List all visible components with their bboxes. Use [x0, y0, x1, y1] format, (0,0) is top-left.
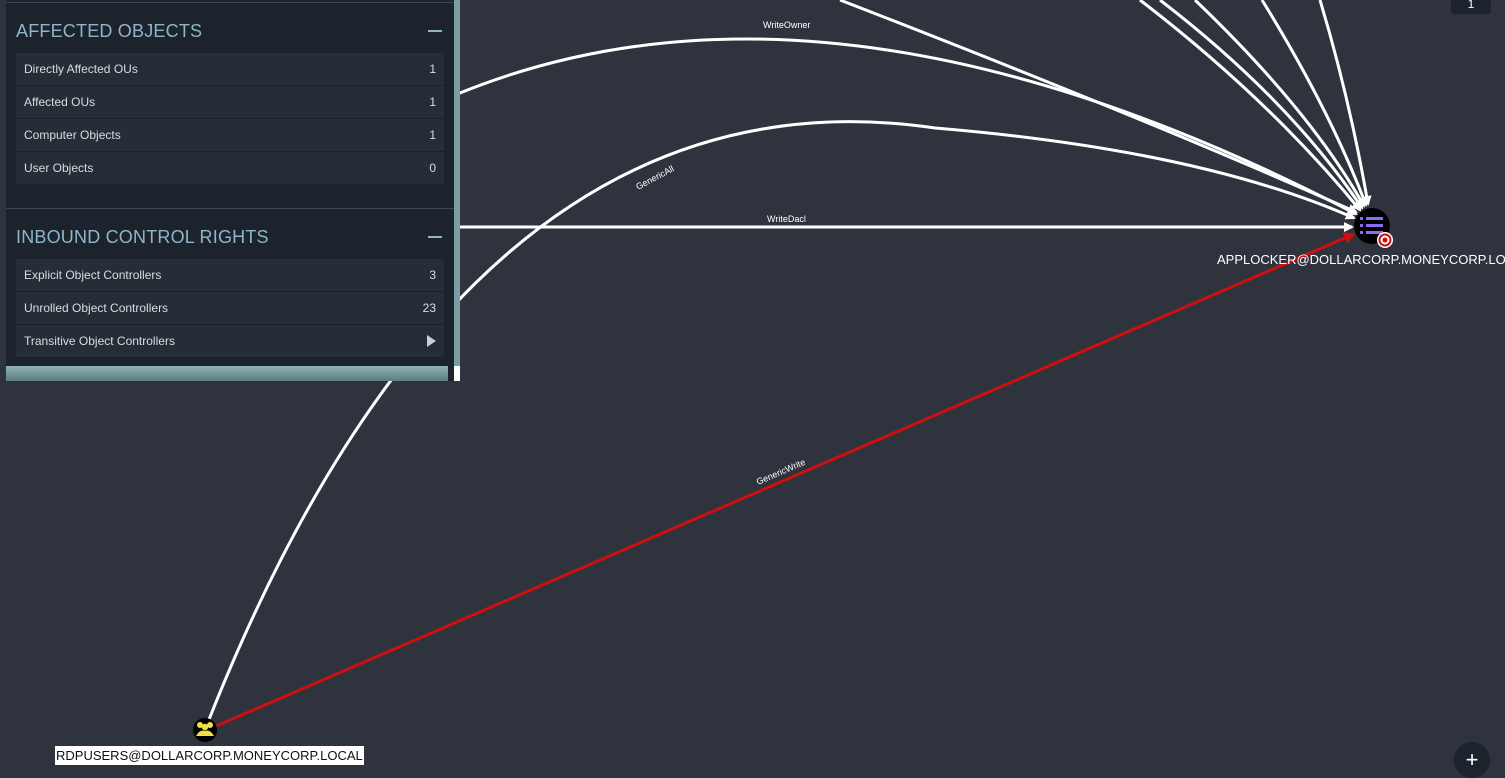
edge-label-write-owner: WriteOwner: [763, 20, 810, 30]
top-right-control-button[interactable]: 1: [1451, 0, 1491, 14]
collapse-affected-objects-button[interactable]: [428, 30, 442, 32]
row-label: Directly Affected OUs: [24, 62, 138, 76]
row-computer-objects[interactable]: Computer Objects 1: [16, 119, 444, 152]
node-applocker[interactable]: [1354, 208, 1393, 248]
target-icon: [1377, 232, 1393, 248]
inbound-control-rights-title: INBOUND CONTROL RIGHTS: [16, 226, 269, 247]
row-label: Unrolled Object Controllers: [24, 301, 169, 315]
row-unrolled-object-controllers[interactable]: Unrolled Object Controllers 23: [16, 292, 444, 325]
row-label: Transitive Object Controllers: [24, 334, 175, 348]
row-label: User Objects: [24, 161, 94, 175]
node-label-rdpusers: RDPUSERS@DOLLARCORP.MONEYCORP.LOCAL: [55, 746, 364, 765]
row-user-objects[interactable]: User Objects 0: [16, 152, 444, 185]
affected-objects-title: AFFECTED OBJECTS: [16, 20, 203, 41]
row-label: Affected OUs: [24, 95, 96, 109]
inbound-control-rights-section: INBOUND CONTROL RIGHTS Explicit Object C…: [6, 215, 454, 358]
panel-scrollbar-corner: [454, 366, 460, 381]
row-affected-ous[interactable]: Affected OUs 1: [16, 86, 444, 119]
row-value: 3: [429, 268, 436, 282]
inbound-control-rights-header[interactable]: INBOUND CONTROL RIGHTS: [6, 215, 454, 259]
panel-resize-bar[interactable]: [6, 366, 448, 381]
affected-objects-header[interactable]: AFFECTED OBJECTS: [6, 9, 454, 53]
edge-label-write-dacl: WriteDacl: [767, 214, 806, 224]
play-icon[interactable]: [427, 335, 436, 347]
row-transitive-object-controllers[interactable]: Transitive Object Controllers: [16, 325, 444, 358]
panel-top-divider: [6, 2, 454, 3]
row-value: 23: [422, 301, 436, 315]
zoom-in-button[interactable]: +: [1454, 742, 1490, 778]
node-label-applocker: APPLOCKER@DOLLARCORP.MONEYCORP.LOCAL: [1217, 252, 1505, 267]
row-value: 1: [429, 62, 436, 76]
affected-objects-section: AFFECTED OBJECTS Directly Affected OUs 1…: [6, 9, 454, 185]
edge-2[interactable]: [1139, 0, 1362, 212]
row-explicit-object-controllers[interactable]: Explicit Object Controllers 3: [16, 259, 444, 292]
row-label: Explicit Object Controllers: [24, 268, 162, 282]
row-label: Computer Objects: [24, 128, 121, 142]
node-info-panel: AFFECTED OBJECTS Directly Affected OUs 1…: [6, 0, 460, 381]
collapse-inbound-control-rights-button[interactable]: [428, 236, 442, 238]
row-value: 1: [429, 128, 436, 142]
section-divider: [6, 208, 454, 209]
node-rdpusers[interactable]: [193, 718, 217, 742]
row-value: 0: [429, 161, 436, 175]
row-value: 1: [429, 95, 436, 109]
row-directly-affected-ous[interactable]: Directly Affected OUs 1: [16, 53, 444, 86]
